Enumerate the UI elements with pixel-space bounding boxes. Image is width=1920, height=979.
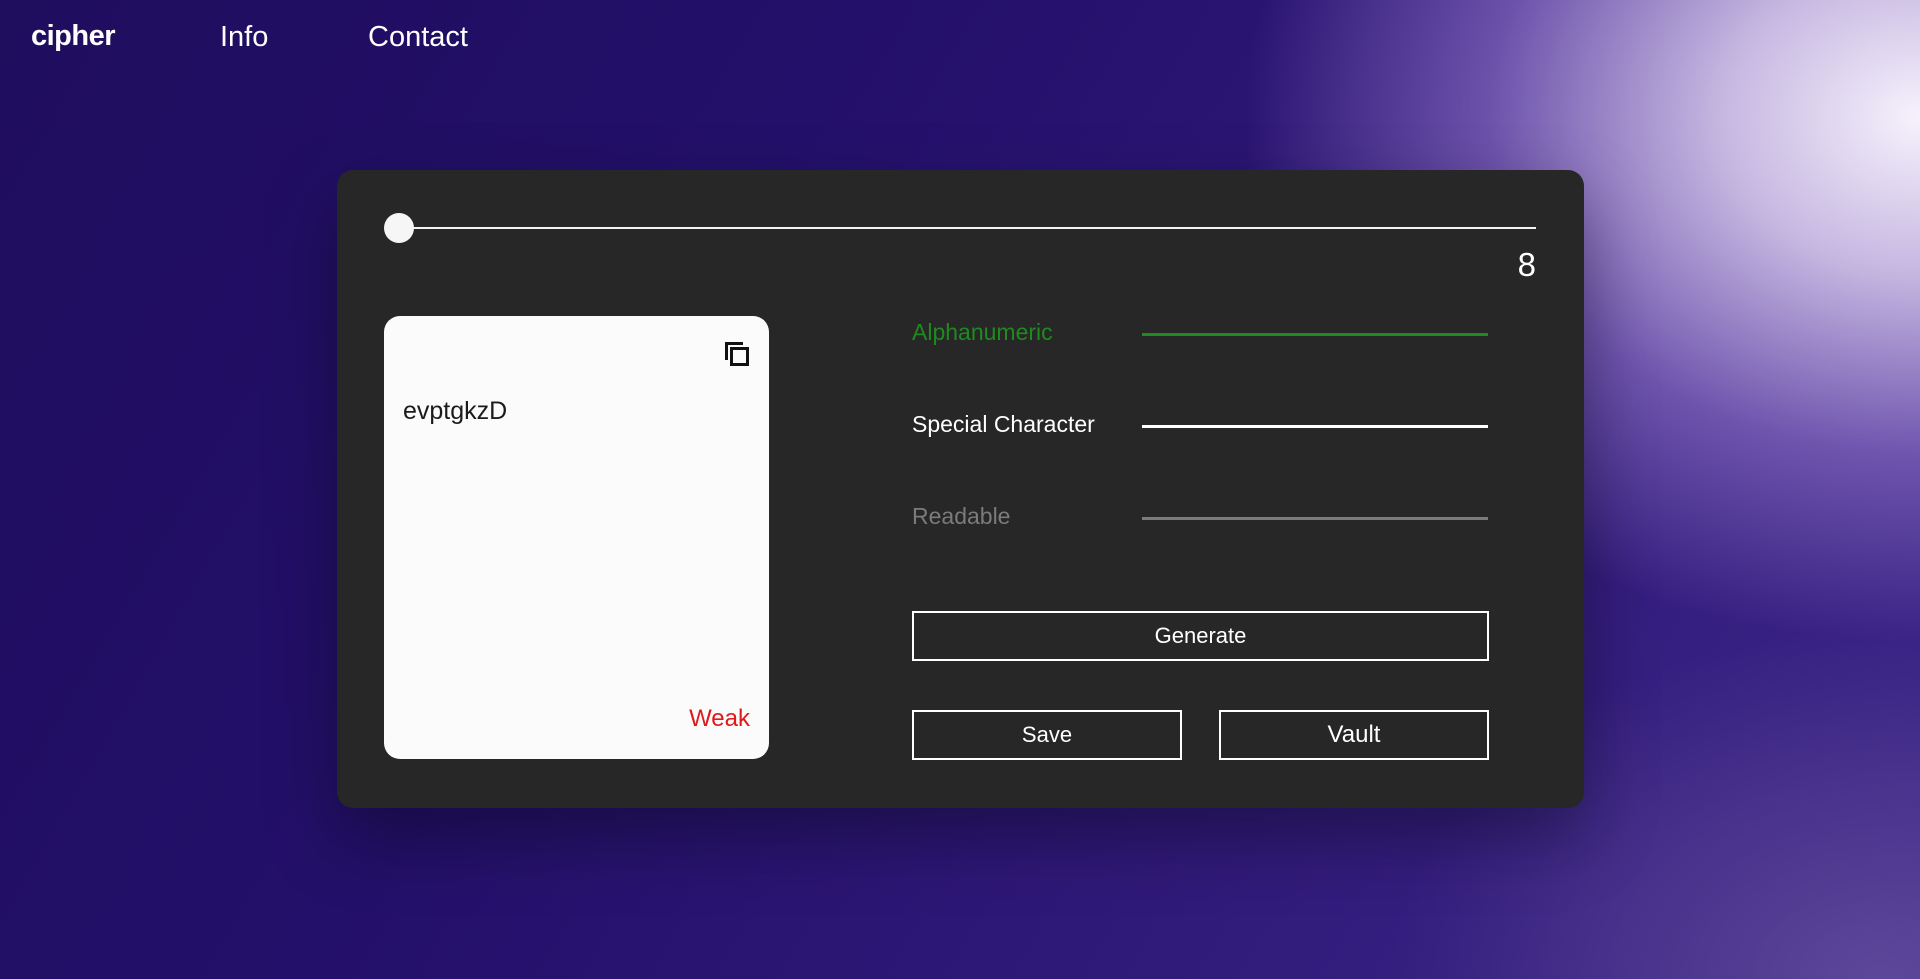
vault-button[interactable]: Vault (1219, 710, 1489, 760)
length-value: 8 (1517, 246, 1536, 283)
nav-link-info[interactable]: Info (220, 21, 268, 54)
generated-password[interactable]: evptgkzD (403, 397, 507, 426)
length-slider-track[interactable] (399, 227, 1536, 229)
option-label: Readable (912, 503, 1011, 529)
option-alphanumeric[interactable]: Alphanumeric (912, 313, 1490, 353)
option-toggle-line (1142, 333, 1488, 336)
password-panel: evptgkzD Weak (384, 316, 769, 759)
option-toggle-line (1142, 425, 1488, 428)
option-special-character[interactable]: Special Character (912, 405, 1490, 445)
option-label: Special Character (912, 411, 1095, 437)
strength-indicator: Weak (689, 705, 750, 732)
copy-button[interactable] (723, 340, 751, 368)
save-button[interactable]: Save (912, 710, 1182, 760)
generate-button[interactable]: Generate (912, 611, 1489, 661)
nav-link-contact[interactable]: Contact (368, 21, 468, 54)
copy-icon (725, 342, 749, 366)
generator-card: 8 evptgkzD Weak Alphanumeric Special Cha… (337, 170, 1584, 808)
length-slider-thumb[interactable] (384, 213, 414, 243)
option-readable[interactable]: Readable (912, 497, 1490, 537)
brand-logo[interactable]: cipher (31, 20, 116, 53)
option-label: Alphanumeric (912, 319, 1053, 345)
option-toggle-line (1142, 517, 1488, 520)
